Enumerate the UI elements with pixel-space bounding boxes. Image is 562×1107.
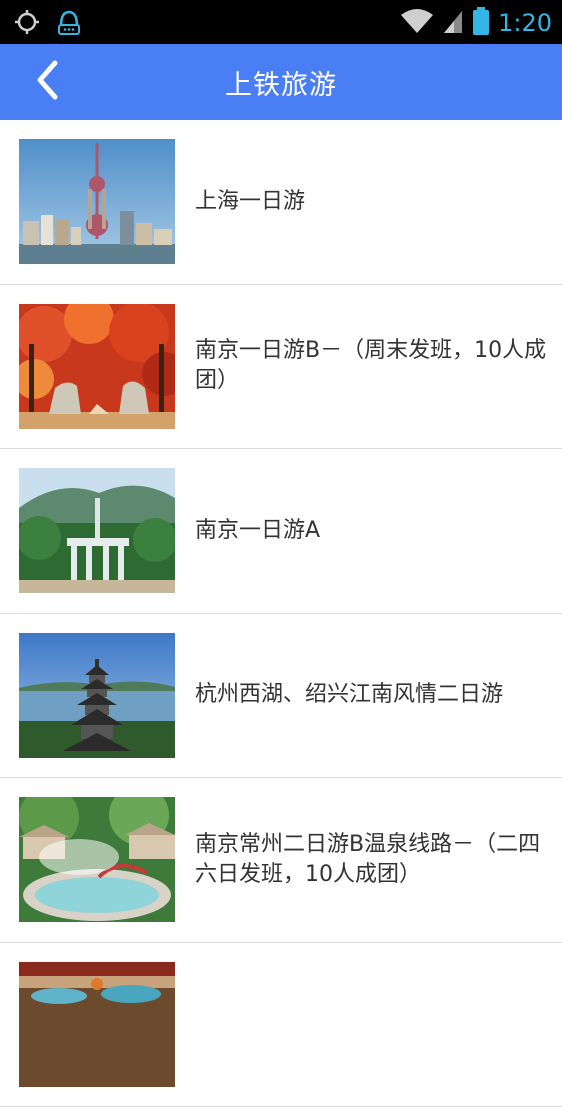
app-bar: 上铁旅游 bbox=[0, 44, 562, 120]
status-bar: 1:20 bbox=[0, 0, 562, 44]
hot-spring-pool-image bbox=[19, 797, 175, 922]
resort-pool-image bbox=[19, 962, 175, 1087]
tour-title: 南京一日游B－（周末发班，10人成团） bbox=[195, 285, 548, 449]
tour-list-item[interactable]: 南京常州二日游B温泉线路－（二四六日发班，10人成团） bbox=[0, 778, 562, 943]
tour-list-item[interactable]: 南京一日游A bbox=[0, 449, 562, 614]
shanghai-skyline-image bbox=[19, 139, 175, 264]
tour-list-item[interactable]: 南京一日游B－（周末发班，10人成团） bbox=[0, 285, 562, 450]
tour-list-item[interactable]: 杭州西湖、绍兴江南风情二日游 bbox=[0, 614, 562, 779]
gps-icon bbox=[14, 9, 40, 39]
tour-title: 上海一日游 bbox=[195, 120, 548, 284]
page-title: 上铁旅游 bbox=[0, 44, 562, 120]
battery-icon bbox=[472, 6, 490, 40]
notification-icon bbox=[56, 8, 82, 40]
tour-list-item[interactable] bbox=[0, 943, 562, 1107]
back-button[interactable] bbox=[22, 56, 72, 108]
tour-list: 上海一日游 南京一日游B－（周末发班，10人成团） bbox=[0, 120, 562, 1107]
wifi-icon bbox=[400, 7, 434, 39]
autumn-maple-stone-animals-image bbox=[19, 304, 175, 429]
tour-title: 杭州西湖、绍兴江南风情二日游 bbox=[195, 614, 548, 778]
tour-title: 南京常州二日游B温泉线路－（二四六日发班，10人成团） bbox=[195, 778, 548, 942]
tour-title bbox=[195, 943, 548, 1107]
pagoda-lake-image bbox=[19, 633, 175, 758]
signal-icon bbox=[442, 7, 464, 39]
chevron-left-icon bbox=[35, 60, 59, 104]
status-time: 1:20 bbox=[498, 9, 552, 37]
tour-title: 南京一日游A bbox=[195, 449, 548, 613]
mausoleum-archway-image bbox=[19, 468, 175, 593]
tour-list-item[interactable]: 上海一日游 bbox=[0, 120, 562, 285]
